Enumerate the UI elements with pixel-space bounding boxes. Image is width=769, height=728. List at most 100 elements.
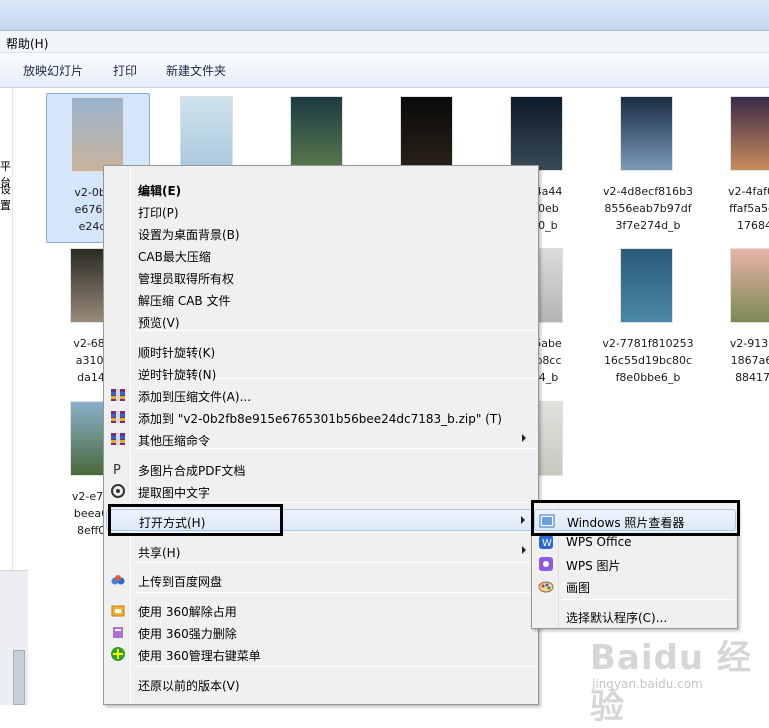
context-menu-item-label: 编辑(E): [138, 184, 182, 198]
open-with-item[interactable]: Windows 照片查看器: [534, 509, 736, 531]
file-thumbnail: [290, 96, 343, 171]
nav-scrollbar-thumb[interactable]: [13, 650, 25, 705]
file-thumbnail: [510, 96, 563, 171]
context-menu-item[interactable]: 预览(V): [106, 310, 536, 332]
photo-viewer-icon: [539, 513, 555, 529]
open-with-item[interactable]: W WPS Office: [534, 531, 736, 553]
context-menu-item-label: 管理员取得所有权: [138, 272, 235, 286]
context-menu-item[interactable]: 添加到压缩文件(A)...: [106, 384, 536, 406]
menu-separator: [134, 502, 536, 503]
open-with-item-label: WPS Office: [566, 535, 632, 549]
context-menu-item[interactable]: 使用 360强力删除: [106, 621, 536, 643]
context-menu-item[interactable]: 顺时针旋转(K): [106, 340, 536, 362]
360-delete-icon: [110, 624, 126, 640]
svg-text:W: W: [542, 538, 552, 549]
context-menu-item-label: 还原以前的版本(V): [138, 679, 240, 693]
context-menu-item[interactable]: 编辑(E): [106, 178, 536, 200]
slideshow-button[interactable]: 放映幻灯片: [23, 62, 83, 79]
context-menu-item[interactable]: 还原以前的版本(V): [106, 673, 536, 695]
file-tile[interactable]: v2-4d8ecf816b3 8556eab7b97df 3f7e274d_b: [596, 93, 700, 243]
open-with-item-label: 画图: [566, 581, 591, 595]
context-menu-item-label: 设置为桌面背景(B): [138, 228, 240, 242]
context-menu-item[interactable]: 打开方式(H): [106, 509, 536, 531]
context-menu-item-label: 使用 360管理右键菜单: [138, 649, 261, 663]
pdf-icon: P: [110, 461, 126, 478]
context-menu-item-label: 顺时针旋转(K): [138, 346, 216, 360]
menu-bar: 帮助(H): [0, 31, 769, 53]
context-menu-item-label: 逆时针旋转(N): [138, 368, 217, 382]
watermark-brand: Baidu 经验: [590, 638, 752, 727]
context-menu-item[interactable]: 使用 360管理右键菜单: [106, 643, 536, 665]
context-menu-item-label: 提取图中文字: [138, 486, 211, 500]
file-name: v2-9137f4 1867a6c0 88417f8: [729, 337, 769, 384]
print-button[interactable]: 打印: [113, 62, 137, 79]
context-menu-item[interactable]: 其他压缩命令: [106, 428, 536, 450]
file-tile[interactable]: v2-7781f810253 16c55d19bc80c f8e0bbe6_b: [596, 245, 700, 395]
submenu-arrow-icon: [521, 516, 525, 524]
open-with-item[interactable]: 画图: [534, 575, 736, 597]
context-menu-item[interactable]: 解压缩 CAB 文件: [106, 288, 536, 310]
open-with-item[interactable]: WPS 图片: [534, 553, 736, 575]
wps-office-icon: W: [538, 534, 554, 550]
context-menu-item[interactable]: P 多图片合成PDF文档: [106, 458, 536, 480]
submenu-arrow-icon: [522, 434, 526, 442]
command-toolbar: 放映幻灯片 打印 新建文件夹: [0, 53, 769, 88]
menu-separator: [134, 666, 536, 667]
360-unlock-icon: [110, 602, 126, 618]
file-thumbnail: [71, 97, 124, 172]
file-name: v2-4faf074 ffaf5a5ecc 17684d: [728, 185, 769, 232]
context-menu-item[interactable]: 逆时针旋转(N): [106, 362, 536, 384]
watermark-url: jingyan.baidu.com: [592, 677, 703, 691]
context-menu-item-label: 多图片合成PDF文档: [138, 464, 246, 478]
file-tile[interactable]: v2-9137f4 1867a6c0 88417f8: [706, 245, 769, 395]
baidu-watermark: Baidu 经验 jingyan.baidu.com: [590, 622, 768, 727]
open-with-item-label: 选择默认程序(C)...: [566, 611, 668, 625]
context-menu-item[interactable]: 打印(P): [106, 200, 536, 222]
file-thumbnail: [400, 96, 453, 171]
context-menu-item-label: 打开方式(H): [139, 516, 206, 530]
baidu-netdisk-icon: [110, 572, 126, 588]
submenu-arrow-icon: [522, 546, 526, 554]
context-menu-item-label: 解压缩 CAB 文件: [138, 294, 231, 308]
paint-icon: [538, 578, 554, 594]
file-tile[interactable]: v2-4faf074 ffaf5a5ecc 17684d: [706, 93, 769, 243]
file-name: v2-4d8ecf816b3 8556eab7b97df 3f7e274d_b: [602, 185, 694, 232]
context-menu-item-label: 共享(H): [138, 546, 181, 560]
open-with-submenu: Windows 照片查看器 W WPS Office WPS 图片 画图选择默认程序(C…: [531, 502, 738, 629]
winrar-icon: [110, 409, 126, 425]
file-name: v2-7781f810253 16c55d19bc80c f8e0bbe6_b: [602, 337, 694, 384]
file-thumbnail: [730, 248, 769, 323]
context-menu-item[interactable]: 使用 360解除占用: [106, 599, 536, 621]
context-menu-item-label: 预览(V): [138, 316, 180, 330]
context-menu: 编辑(E) 打印(P) 设置为桌面背景(B) CAB最大压缩管理员取得所有权 解压缩 C…: [103, 165, 539, 705]
context-menu-item[interactable]: 提取图中文字: [106, 480, 536, 502]
context-menu-item[interactable]: CAB最大压缩: [106, 244, 536, 266]
context-menu-item-label: 其他压缩命令: [138, 434, 211, 448]
svg-text:P: P: [113, 463, 121, 477]
file-thumbnail: [620, 96, 673, 171]
open-with-item-label: WPS 图片: [566, 559, 621, 573]
menu-separator: [134, 562, 536, 563]
context-menu-item-label: CAB最大压缩: [138, 250, 211, 264]
ocr-icon: [110, 483, 126, 499]
window-title-bar[interactable]: [0, 0, 769, 31]
open-with-item[interactable]: 选择默认程序(C)...: [534, 605, 736, 627]
menu-separator: [134, 592, 536, 593]
nav-text-2[interactable]: 设置: [0, 181, 12, 213]
context-menu-item[interactable]: 共享(H): [106, 540, 536, 562]
context-menu-item-label: 打印(P): [138, 206, 179, 220]
context-menu-item[interactable]: 上传到百度网盘: [106, 569, 536, 591]
context-menu-item[interactable]: 添加到 "v2-0b2fb8e915e6765301b56bee24dc7183…: [106, 406, 536, 428]
context-menu-item-label: 添加到压缩文件(A)...: [138, 390, 252, 404]
menu-separator: [134, 532, 536, 533]
context-menu-item-label: 使用 360解除占用: [138, 605, 237, 619]
menu-help[interactable]: 帮助(H): [6, 35, 48, 52]
context-menu-item[interactable]: 设置为桌面背景(B): [106, 222, 536, 244]
context-menu-item[interactable]: 管理员取得所有权: [106, 266, 536, 288]
360-manage-icon: [110, 646, 126, 662]
winrar-icon: [110, 431, 126, 447]
new-folder-button[interactable]: 新建文件夹: [166, 62, 226, 79]
file-thumbnail: [180, 96, 233, 171]
menu-separator: [562, 599, 734, 600]
file-thumbnail: [730, 96, 769, 171]
